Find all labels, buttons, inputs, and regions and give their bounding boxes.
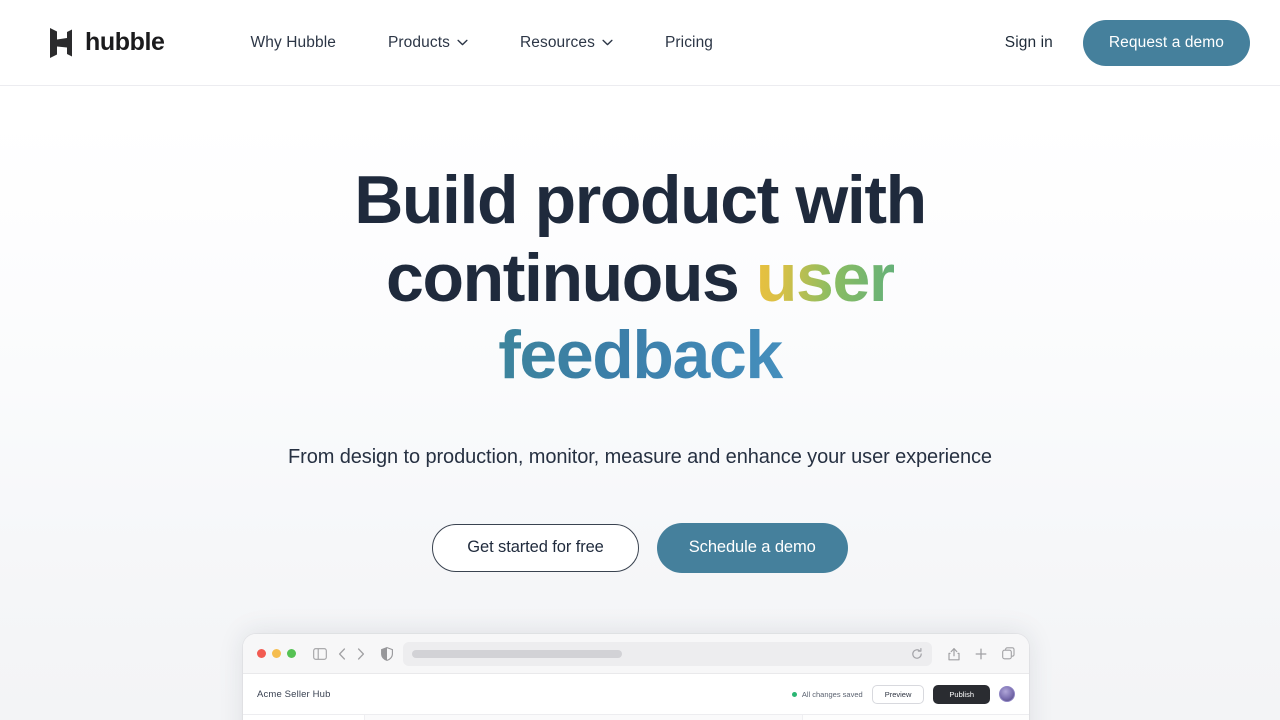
hero-section: Build product with continuous user feedb…: [0, 86, 1280, 573]
address-bar[interactable]: [403, 641, 932, 666]
product-screenshot-mockup: Acme Seller Hub All changes saved Previe…: [243, 634, 1029, 720]
site-header: hubble Why Hubble Products Resources Pri…: [0, 0, 1280, 86]
traffic-light-close-icon[interactable]: [257, 649, 266, 658]
chevron-left-icon[interactable]: [338, 647, 346, 660]
hero-cta-row: Get started for free Schedule a demo: [0, 522, 1280, 573]
chevron-right-icon[interactable]: [357, 647, 365, 660]
share-icon[interactable]: [948, 647, 960, 661]
headline-accent-user: user: [755, 239, 895, 316]
status-dot-icon: [791, 691, 797, 697]
app-content-area: [243, 715, 1029, 720]
nav-item-products[interactable]: Products: [362, 26, 494, 60]
sidebar-toggle-icon[interactable]: [313, 647, 327, 660]
hero-subheadline: From design to production, monitor, meas…: [288, 445, 992, 468]
app-sidebar: [243, 715, 365, 720]
hubble-h-mark-icon: [48, 26, 74, 60]
plus-icon[interactable]: [975, 648, 987, 660]
hero-headline: Build product with continuous user feedb…: [0, 162, 1280, 395]
privacy-shield-icon[interactable]: [381, 646, 393, 661]
browser-nav-controls: [313, 647, 365, 660]
publish-button[interactable]: Publish: [933, 684, 990, 704]
nav-item-label: Why Hubble: [250, 33, 336, 51]
app-header-bar: Acme Seller Hub All changes saved Previe…: [243, 674, 1029, 715]
avatar[interactable]: [999, 686, 1015, 702]
save-status-label: All changes saved: [801, 689, 863, 699]
browser-toolbar-actions: [948, 647, 1015, 661]
traffic-light-minimize-icon[interactable]: [272, 649, 281, 658]
app-right-rail: [803, 715, 1029, 720]
reload-icon[interactable]: [911, 647, 923, 660]
headline-accent-feedback: feedback: [0, 317, 1280, 395]
browser-toolbar: [243, 634, 1029, 674]
primary-nav: Why Hubble Products Resources Pricing: [251, 26, 739, 60]
app-header-actions: All changes saved Preview Publish: [791, 684, 1015, 704]
headline-line-2: continuous user: [0, 240, 1280, 318]
preview-button[interactable]: Preview: [871, 684, 925, 704]
get-started-button[interactable]: Get started for free: [432, 523, 639, 572]
app-main-panel: [365, 715, 803, 720]
headline-line-1: Build product with: [354, 162, 927, 238]
sign-in-link[interactable]: Sign in: [1005, 34, 1053, 52]
nav-item-label: Pricing: [664, 33, 714, 51]
nav-item-why-hubble[interactable]: Why Hubble: [251, 26, 362, 60]
nav-item-label: Resources: [519, 33, 595, 51]
address-bar-placeholder: [412, 649, 622, 658]
browser-address-area: [381, 641, 932, 666]
header-actions: Sign in Request a demo: [1005, 19, 1250, 66]
brand-logo-link[interactable]: hubble: [48, 26, 165, 60]
landing-page: hubble Why Hubble Products Resources Pri…: [0, 0, 1280, 720]
tab-overview-icon[interactable]: [1002, 647, 1015, 660]
brand-name: hubble: [85, 28, 165, 56]
headline-line-2-plain: continuous: [386, 239, 756, 316]
schedule-demo-button[interactable]: Schedule a demo: [656, 522, 848, 573]
chevron-down-icon: [602, 39, 613, 46]
request-demo-button[interactable]: Request a demo: [1082, 19, 1250, 66]
nav-item-resources[interactable]: Resources: [494, 26, 639, 60]
chevron-down-icon: [457, 39, 468, 46]
save-status-badge: All changes saved: [791, 689, 863, 699]
window-traffic-lights: [257, 649, 296, 658]
app-title: Acme Seller Hub: [257, 688, 331, 700]
nav-item-label: Products: [387, 33, 450, 51]
traffic-light-maximize-icon[interactable]: [287, 649, 296, 658]
nav-item-pricing[interactable]: Pricing: [639, 26, 739, 60]
